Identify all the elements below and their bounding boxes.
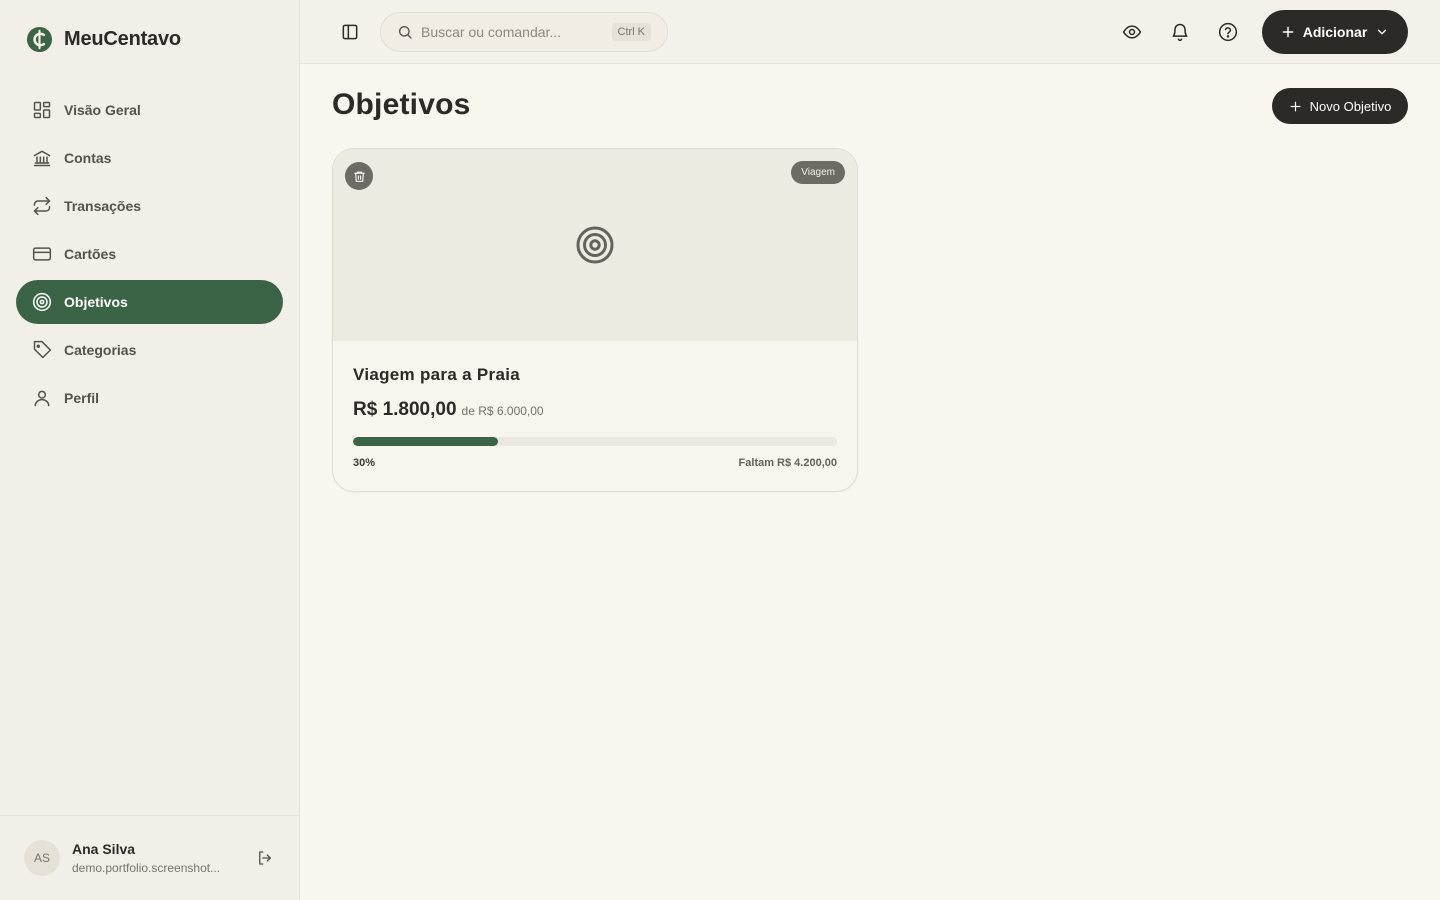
sidebar-item-label: Contas [64, 150, 112, 166]
sidebar-item-visao-geral[interactable]: Visão Geral [16, 88, 283, 132]
target-icon [32, 292, 52, 312]
goal-saved-amount: R$ 1.800,00 [353, 399, 457, 420]
sidebar-item-label: Objetivos [64, 294, 128, 310]
target-icon [576, 226, 614, 264]
plus-icon [1282, 26, 1294, 38]
goal-progress-percent: 30% [353, 457, 376, 469]
brand[interactable]: MeuCentavo [26, 26, 181, 53]
bell-icon[interactable] [1170, 22, 1190, 42]
sidebar-item-label: Perfil [64, 390, 100, 406]
goal-target-amount: de R$ 6.000,00 [461, 404, 544, 418]
plus-icon [1290, 101, 1301, 111]
sidebar-item-label: Transações [64, 198, 142, 214]
user-icon [34, 390, 50, 407]
goal-card[interactable]: Viagem Viagem para a Praia R$ 1.800,00 d… [332, 148, 858, 492]
sidebar-toggle-icon[interactable] [340, 22, 360, 42]
add-button[interactable]: Adicionar [1262, 10, 1408, 54]
keyboard-shortcut-badge: Ctrl K [611, 23, 651, 41]
credit-card-icon [32, 247, 52, 261]
page-title: Objetivos [332, 88, 471, 121]
brand-name: MeuCentavo [64, 28, 181, 50]
sidebar-item-label: Visão Geral [64, 102, 141, 118]
avatar[interactable]: AS [24, 840, 60, 876]
sidebar-item-cartoes[interactable]: Cartões [16, 232, 283, 276]
goal-remaining: Faltam R$ 4.200,00 [738, 457, 837, 469]
goal-card-media: Viagem [333, 149, 857, 341]
search-icon [399, 26, 412, 39]
tag-icon [33, 340, 52, 359]
trash-icon [353, 171, 365, 182]
sidebar-nav: Visão Geral Contas Transações Cartões Ob… [16, 88, 283, 424]
eye-icon[interactable] [1122, 22, 1142, 42]
sidebar-item-perfil[interactable]: Perfil [16, 376, 283, 420]
sidebar-item-label: Categorias [64, 342, 137, 358]
sidebar-item-label: Cartões [64, 246, 117, 262]
new-goal-button-label: Novo Objetivo [1309, 98, 1392, 114]
goal-progress-bar [353, 437, 837, 446]
search-input[interactable] [421, 24, 601, 40]
top-bar: Ctrl K Adicionar [300, 0, 1440, 64]
goal-progress-fill [353, 437, 499, 446]
goal-category-badge: Viagem [791, 161, 845, 184]
logout-icon[interactable] [256, 849, 274, 867]
search-bar[interactable]: Ctrl K [380, 12, 668, 52]
add-button-label: Adicionar [1302, 24, 1368, 40]
user-info: Ana Silva demo.portfolio.screenshot... [72, 841, 232, 875]
sidebar-item-objetivos[interactable]: Objetivos [16, 280, 283, 324]
goal-amounts: R$ 1.800,00 de R$ 6.000,00 [353, 399, 544, 421]
user-email: demo.portfolio.screenshot... [72, 861, 221, 875]
cent-logo-icon [26, 26, 53, 53]
goal-name: Viagem para a Praia [353, 365, 520, 384]
arrows-exchange-icon [33, 196, 51, 216]
sidebar-item-transacoes[interactable]: Transações [16, 184, 283, 228]
user-name: Ana Silva [72, 841, 136, 857]
chevron-down-icon [1378, 29, 1387, 35]
new-goal-button[interactable]: Novo Objetivo [1272, 88, 1408, 124]
user-profile: AS Ana Silva demo.portfolio.screenshot..… [0, 815, 300, 900]
sidebar: MeuCentavo Visão Geral Contas Transações [0, 0, 300, 900]
sidebar-item-categorias[interactable]: Categorias [16, 328, 283, 372]
delete-goal-button[interactable] [345, 162, 373, 190]
dashboard-grid-icon [33, 101, 51, 119]
bank-icon [33, 150, 51, 167]
help-icon[interactable] [1218, 22, 1238, 42]
sidebar-item-contas[interactable]: Contas [16, 136, 283, 180]
